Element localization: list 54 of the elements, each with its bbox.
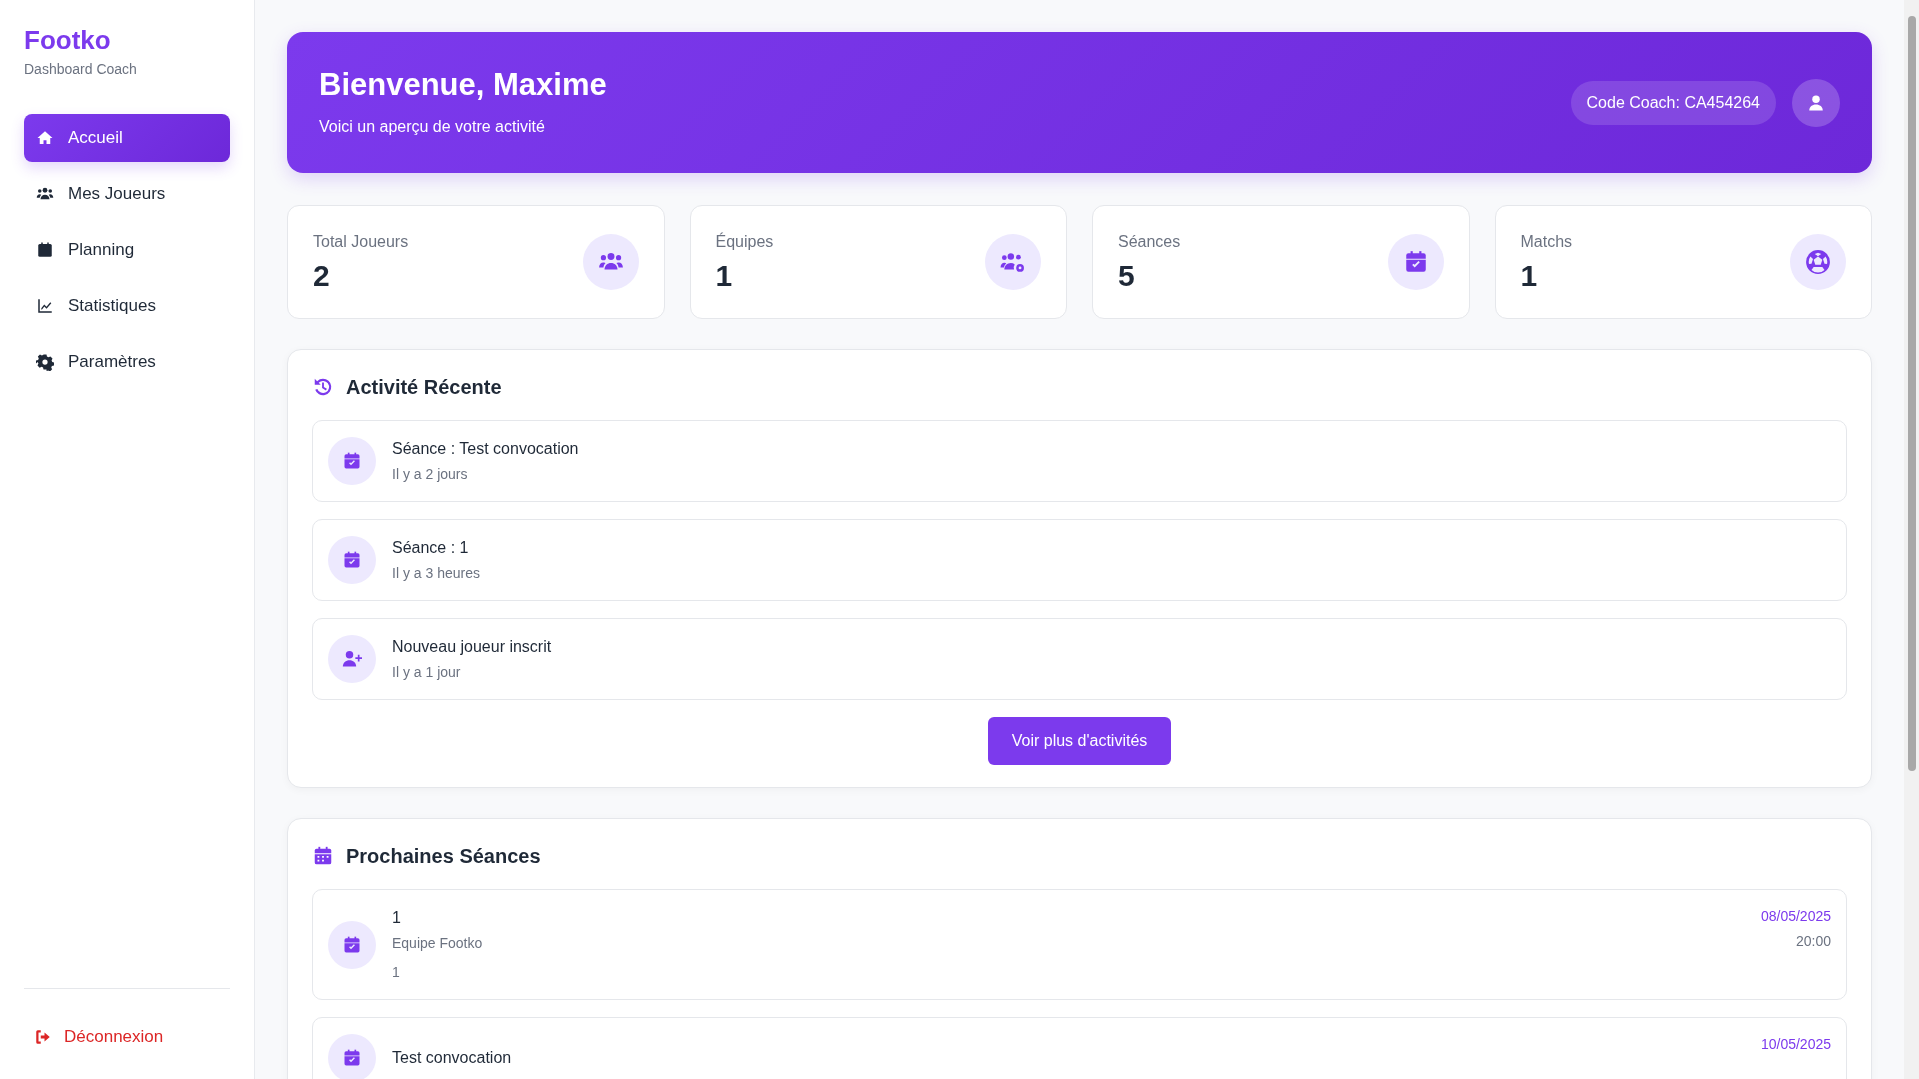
coach-code-badge: Code Coach: CA454264 [1570,80,1776,125]
welcome-title: Bienvenue, Maxime [319,65,607,104]
brand-logo: Footko [24,26,112,55]
stat-label: Équipes [715,231,774,252]
calendar-check-icon [342,550,362,570]
session-time: 20:00 [1794,932,1831,951]
stat-value: 1 [1520,258,1539,294]
stat-value: 5 [1118,258,1136,294]
user-icon [1807,93,1825,112]
calendar-icon [36,240,54,259]
stat-value: 1 [715,258,734,294]
brand-subtitle: Dashboard Coach [24,59,138,79]
sidebar-item[interactable]: Mes Joueurs [24,169,230,218]
activity-time: Il y a 3 heures [392,564,480,583]
activity-title: Séance : Test convocation [392,439,579,459]
section-title: Prochaines Séances [346,844,541,869]
activity-title: Nouveau joueur inscrit [392,637,552,657]
history-icon [312,376,334,398]
scrollbar[interactable] [1904,0,1919,1079]
session-name: 1 [392,908,402,928]
chart-line-icon [36,296,54,315]
logout-link[interactable]: Déconnexion [24,1019,174,1055]
sidebar-item[interactable]: Accueil [24,113,230,162]
session-item[interactable]: Test convocation 10/05/2025 [312,1017,1847,1079]
session-note: 1 [392,963,401,982]
more-activities-button[interactable]: Voir plus d'activités [987,717,1172,765]
section-title: Activité Récente [346,375,502,400]
session-team: Equipe Footko [392,934,484,953]
stat-label: Total Joueurs [313,232,409,252]
calendar-icon [312,845,334,867]
welcome-subtitle: Voici un aperçu de votre activité [319,117,546,138]
sidebar-item[interactable]: Paramètres [24,337,230,386]
sidebar-item[interactable]: Statistiques [24,281,230,330]
activity-item[interactable]: Séance : 1 Il y a 3 heures [312,519,1847,601]
activity-time: Il y a 2 jours [392,465,469,484]
sidebar-item[interactable]: Planning [24,225,230,274]
session-item[interactable]: 1 Equipe Footko 1 08/05/2025 20:00 [312,889,1847,1000]
activity-title: Séance : 1 [392,538,470,558]
logout-icon [34,1028,52,1046]
activity-time: Il y a 1 jour [392,663,462,682]
session-name: Test convocation [392,1048,513,1068]
stat-value: 2 [313,258,331,294]
activity-item[interactable]: Nouveau joueur inscrit Il y a 1 jour [312,618,1847,700]
calendar-check-icon [342,451,362,471]
session-date: 08/05/2025 [1760,907,1831,926]
calendar-check-icon [342,1048,362,1068]
session-date: 10/05/2025 [1760,1035,1831,1054]
stat-label: Matchs [1520,232,1573,252]
avatar-button[interactable] [1792,78,1840,127]
user-plus-icon [342,649,362,669]
activity-item[interactable]: Séance : Test convocation Il y a 2 jours [312,420,1847,502]
settings-icon [36,352,54,371]
calendar-check-icon [342,934,362,955]
stat-label: Séances [1118,232,1181,252]
